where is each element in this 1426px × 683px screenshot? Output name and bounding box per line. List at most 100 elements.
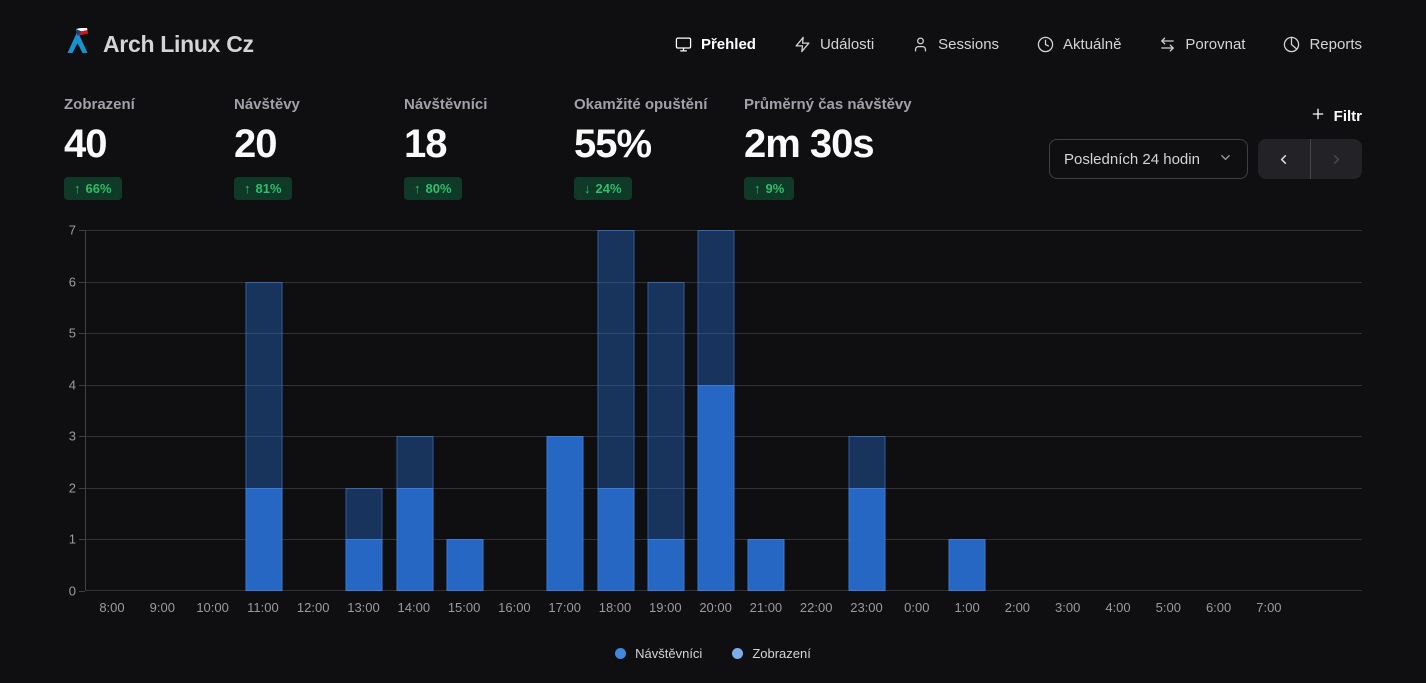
- x-axis-tick-label: 18:00: [599, 600, 632, 615]
- y-axis-tick-label: 0: [69, 584, 76, 599]
- stat-change-value: 66%: [86, 181, 112, 196]
- filter-button[interactable]: Filtr: [1310, 106, 1362, 126]
- visitors-bar-13:00[interactable]: [346, 539, 383, 591]
- x-axis-tick-label: 21:00: [750, 600, 783, 615]
- y-axis-tick-label: 1: [69, 532, 76, 547]
- legend-label: Návštěvníci: [635, 646, 702, 661]
- nav-item-label: Aktuálně: [1063, 36, 1121, 53]
- legend-label: Zobrazení: [752, 646, 811, 661]
- x-axis-tick-label: 15:00: [448, 600, 481, 615]
- stats: Zobrazení 40 ↑ 66% Návštěvy 20 ↑ 81% Návštěvníci…: [64, 96, 914, 200]
- arrow-up-icon: ↑: [244, 181, 251, 196]
- x-axis-tick-label: 4:00: [1105, 600, 1130, 615]
- nav-item-porovnat[interactable]: Porovnat: [1159, 36, 1245, 53]
- arrow-up-icon: ↑: [74, 181, 81, 196]
- nav-item-aktu-ln-[interactable]: Aktuálně: [1037, 36, 1121, 53]
- stat-label: Návštěvníci: [404, 96, 574, 113]
- clock-icon: [1037, 36, 1054, 53]
- x-axis-tick-label: 14:00: [398, 600, 431, 615]
- stat-card: Návštěvníci 18 ↑80%: [404, 96, 574, 200]
- nav-item-label: Porovnat: [1185, 36, 1245, 53]
- arrow-down-icon: ↓: [584, 181, 591, 196]
- stat-change-badge: ↑ 66%: [64, 177, 122, 200]
- stat-label: Návštěvy: [234, 96, 404, 113]
- legend-item-n-v-t-vn-ci[interactable]: Návštěvníci: [615, 646, 702, 661]
- x-axis-tick-label: 0:00: [904, 600, 929, 615]
- nav-item-reports[interactable]: Reports: [1283, 36, 1362, 53]
- visitors-bar-18:00[interactable]: [597, 488, 634, 591]
- nav-item-label: Přehled: [701, 36, 756, 53]
- stat-change-value: 9%: [766, 181, 785, 196]
- brand: Arch Linux Cz: [64, 28, 254, 61]
- plus-icon: [1310, 106, 1326, 126]
- x-axis-tick-label: 17:00: [548, 600, 581, 615]
- y-axis-tick-label: 7: [69, 223, 76, 238]
- nav-item-sessions[interactable]: Sessions: [912, 36, 999, 53]
- nav-item-ud-losti[interactable]: Události: [794, 36, 874, 53]
- stat-change-badge: ↓ 24%: [574, 177, 632, 200]
- chart-plot-area: [85, 230, 1362, 591]
- stat-change-badge: ↑80%: [404, 177, 462, 200]
- chart-y-axis: 01234567: [64, 230, 85, 591]
- stat-card: Zobrazení 40 ↑ 66%: [64, 96, 234, 200]
- zap-icon: [794, 36, 811, 53]
- x-axis-tick-label: 19:00: [649, 600, 682, 615]
- stat-card: Návštěvy 20 ↑ 81%: [234, 96, 404, 200]
- nav-item-label: Sessions: [938, 36, 999, 53]
- main-nav: Přehled Události Sessions Aktuálně Porovnat R…: [675, 36, 1362, 53]
- nav-item-label: Reports: [1309, 36, 1362, 53]
- x-axis-tick-label: 2:00: [1005, 600, 1030, 615]
- visitors-bar-11:00[interactable]: [245, 488, 282, 591]
- x-axis-tick-label: 20:00: [699, 600, 732, 615]
- arch-linux-cz-logo-icon: [64, 28, 91, 61]
- y-axis-tick-label: 6: [69, 274, 76, 289]
- chart-x-axis: 8:009:0010:0011:0012:0013:0014:0015:0016…: [85, 600, 1362, 618]
- stat-label: Průměrný čas návštěvy: [744, 96, 914, 113]
- stats-row: Zobrazení 40 ↑ 66% Návštěvy 20 ↑ 81% Návštěvníci…: [64, 96, 1362, 200]
- stat-change-value: 81%: [256, 181, 282, 196]
- x-axis-tick-label: 10:00: [196, 600, 229, 615]
- visitors-bar-19:00[interactable]: [647, 539, 684, 591]
- user-icon: [912, 36, 929, 53]
- visitors-bar-14:00[interactable]: [396, 488, 433, 591]
- visitors-bar-15:00[interactable]: [446, 539, 483, 591]
- x-axis-tick-label: 7:00: [1256, 600, 1281, 615]
- x-axis-tick-label: 12:00: [297, 600, 330, 615]
- stat-value: 18: [404, 124, 574, 164]
- next-period-button[interactable]: [1311, 139, 1363, 179]
- date-pager: [1258, 139, 1362, 179]
- filter-button-label: Filtr: [1334, 108, 1362, 125]
- monitor-icon: [675, 36, 692, 53]
- chevron-down-icon: [1218, 150, 1233, 169]
- stat-change-value: 24%: [596, 181, 622, 196]
- visitors-bar-17:00[interactable]: [547, 436, 584, 591]
- y-axis-tick-label: 5: [69, 326, 76, 341]
- stat-value: 20: [234, 124, 404, 164]
- visitors-bar-23:00[interactable]: [848, 488, 885, 591]
- nav-item-p-ehled[interactable]: Přehled: [675, 36, 756, 53]
- x-axis-tick-label: 9:00: [150, 600, 175, 615]
- x-axis-tick-label: 6:00: [1206, 600, 1231, 615]
- visitors-bar-20:00[interactable]: [698, 385, 735, 591]
- visitors-bar-21:00[interactable]: [748, 539, 785, 591]
- legend-item-zobrazen-[interactable]: Zobrazení: [732, 646, 811, 661]
- y-axis-tick-label: 3: [69, 429, 76, 444]
- compare-icon: [1159, 36, 1176, 53]
- stat-label: Zobrazení: [64, 96, 234, 113]
- legend-dot-icon: [732, 648, 743, 659]
- dashboard-page: Arch Linux Cz Přehled Události Sessions Akt…: [0, 0, 1426, 683]
- date-range-select[interactable]: Posledních 24 hodin: [1049, 139, 1248, 179]
- y-axis-tick-label: 2: [69, 480, 76, 495]
- legend-dot-icon: [615, 648, 626, 659]
- prev-period-button[interactable]: [1258, 139, 1310, 179]
- visitors-bar-1:00[interactable]: [949, 539, 986, 591]
- stat-change-badge: ↑ 81%: [234, 177, 292, 200]
- date-controls: Posledních 24 hodin: [1049, 139, 1362, 179]
- arrow-up-icon: ↑: [414, 181, 421, 196]
- stat-value: 55%: [574, 124, 744, 164]
- x-axis-tick-label: 13:00: [347, 600, 380, 615]
- controls: Filtr Posledních 24 hodin: [1049, 96, 1362, 179]
- x-axis-tick-label: 5:00: [1156, 600, 1181, 615]
- stat-card: Okamžité opuštění55%↓24%: [574, 96, 744, 200]
- stat-value: 40: [64, 124, 234, 164]
